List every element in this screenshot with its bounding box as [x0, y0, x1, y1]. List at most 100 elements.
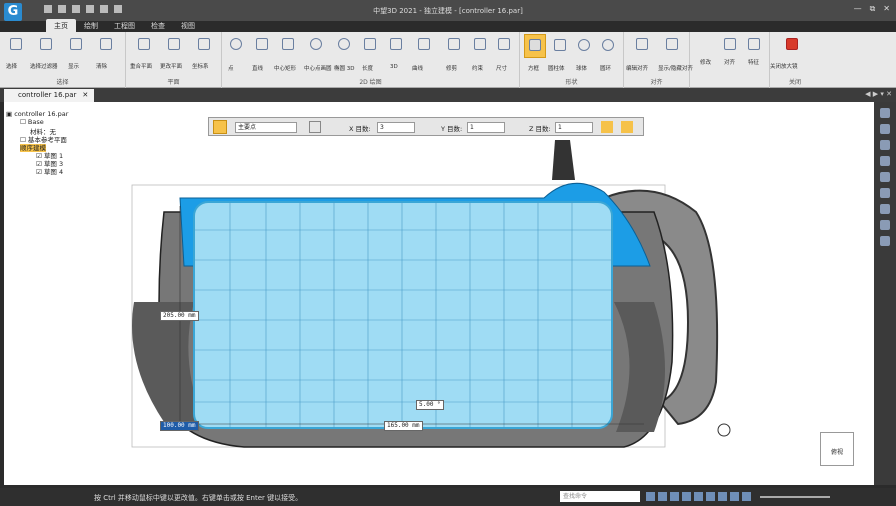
select-filter-icon[interactable]: [40, 38, 52, 50]
select-button-label[interactable]: 选择: [6, 62, 17, 70]
y-count-input[interactable]: 1: [467, 122, 505, 133]
pick-icon[interactable]: [309, 121, 321, 133]
center-rectangle-label[interactable]: 中心矩形: [274, 64, 296, 72]
trim-label[interactable]: 修剪: [446, 64, 457, 72]
view-icon[interactable]: [646, 492, 655, 501]
coincident-plane-icon[interactable]: [138, 38, 150, 50]
grid-icon[interactable]: [658, 492, 667, 501]
close-sketch-icon[interactable]: [786, 38, 798, 50]
cylinder-icon[interactable]: [554, 39, 566, 51]
length-label[interactable]: 长度: [362, 64, 373, 72]
modify-align-icon[interactable]: [724, 38, 736, 50]
zoom-slider[interactable]: [760, 496, 830, 498]
constraint-icon[interactable]: [448, 38, 460, 50]
paint-icon[interactable]: [880, 172, 890, 182]
show-hide-align-icon[interactable]: [666, 38, 678, 50]
sphere-label[interactable]: 球体: [576, 64, 587, 72]
show-hide-align-label[interactable]: 显示/隐藏对齐: [658, 64, 693, 72]
tree-item-sketch-4[interactable]: ☑ 草图 4: [6, 166, 156, 176]
modify-label[interactable]: 修改: [700, 58, 711, 66]
zoom-icon[interactable]: [670, 492, 679, 501]
curve-icon[interactable]: [390, 38, 402, 50]
select-icon[interactable]: [10, 38, 22, 50]
tab-inspect[interactable]: 检查: [143, 19, 173, 33]
line-label[interactable]: 直线: [252, 64, 263, 72]
change-plane-label[interactable]: 更改平面: [160, 62, 182, 70]
point-icon[interactable]: [230, 38, 242, 50]
render-icon[interactable]: [694, 492, 703, 501]
x-count-input[interactable]: 3: [377, 122, 415, 133]
arc-icon[interactable]: [364, 38, 376, 50]
center-rectangle-icon[interactable]: [282, 38, 294, 50]
tree-item-material[interactable]: 材料：无: [6, 126, 156, 136]
wire-icon[interactable]: [718, 492, 727, 501]
tab-draw[interactable]: 绘制: [76, 19, 106, 33]
filter-icon[interactable]: [742, 492, 751, 501]
center-circle-icon[interactable]: [310, 38, 322, 50]
cancel-icon[interactable]: [621, 121, 633, 133]
constraint-label[interactable]: 约束: [472, 64, 483, 72]
tree-item-base[interactable]: ☐ Base: [6, 118, 156, 126]
feature-label[interactable]: 特征: [748, 58, 759, 66]
layer-icon[interactable]: [880, 156, 890, 166]
ellipse-icon[interactable]: [338, 38, 350, 50]
z-count-input[interactable]: 1: [555, 122, 593, 133]
tree-item-ref-planes[interactable]: ☐ 基本参考平面: [6, 134, 156, 144]
show-label[interactable]: 显示: [68, 62, 79, 70]
dimension-width-label[interactable]: 165.00 mm: [384, 421, 423, 431]
dimension-height-label[interactable]: 205.00 mm: [160, 311, 199, 321]
assembly-icon[interactable]: [880, 140, 890, 150]
tab-view[interactable]: 视图: [173, 19, 203, 33]
command-search-input[interactable]: 查找命令: [560, 491, 640, 502]
library-icon[interactable]: [880, 220, 890, 230]
feature-icon[interactable]: [748, 38, 760, 50]
tree-item-sketch-1[interactable]: ☑ 草图 1: [6, 150, 156, 160]
coordinate-system-label[interactable]: 坐标系: [192, 62, 209, 70]
tree-item-sketch-3[interactable]: ☑ 草图 3: [6, 158, 156, 168]
minimize-button[interactable]: —: [854, 4, 862, 14]
clear-icon[interactable]: [100, 38, 112, 50]
sketch-panel-icon[interactable]: [880, 204, 890, 214]
center-circle-label[interactable]: 中心点画圆: [304, 64, 332, 72]
torus-label[interactable]: 圆环: [600, 64, 611, 72]
confirm-icon[interactable]: [601, 121, 613, 133]
align-label[interactable]: 对齐: [724, 58, 735, 66]
tab-home[interactable]: 主页: [46, 19, 76, 33]
close-window-button[interactable]: ✕: [883, 4, 890, 14]
sketch-block[interactable]: [193, 201, 613, 429]
dimension-small-label[interactable]: 5.00 °: [416, 400, 444, 410]
line-icon[interactable]: [256, 38, 268, 50]
annotation-icon[interactable]: [498, 38, 510, 50]
shade-icon[interactable]: [706, 492, 715, 501]
settings-icon[interactable]: [880, 236, 890, 246]
maximize-button[interactable]: ⧉: [870, 4, 876, 14]
edit-align-icon[interactable]: [636, 38, 648, 50]
select-filter-label[interactable]: 选择过滤器: [30, 62, 58, 70]
3d-label[interactable]: 3D: [390, 64, 398, 70]
torus-icon[interactable]: [602, 39, 614, 51]
command-icon[interactable]: [213, 120, 227, 134]
box-icon[interactable]: [529, 39, 541, 51]
dimension-offset-label[interactable]: 100.00 mm: [160, 421, 199, 431]
dimension-icon[interactable]: [474, 38, 486, 50]
snap-icon[interactable]: [730, 492, 739, 501]
change-plane-icon[interactable]: [168, 38, 180, 50]
dimension-label[interactable]: 尺寸: [496, 64, 507, 72]
box-label[interactable]: 方框: [528, 64, 539, 72]
clear-label[interactable]: 清除: [96, 62, 107, 70]
close-tab-icon[interactable]: ✕: [82, 91, 88, 99]
ellipse-label[interactable]: 椭圆 3D: [334, 64, 354, 72]
edit-align-label[interactable]: 编辑对齐: [626, 64, 648, 72]
coincident-plane-label[interactable]: 重合平面: [130, 62, 152, 70]
tab-drawing[interactable]: 工程图: [106, 19, 143, 33]
show-icon[interactable]: [70, 38, 82, 50]
fit-icon[interactable]: [682, 492, 691, 501]
document-tab[interactable]: controller 16.par ✕: [4, 89, 95, 102]
point-label[interactable]: 点: [228, 64, 234, 72]
curve-label[interactable]: 曲线: [412, 64, 423, 72]
properties-icon[interactable]: [880, 188, 890, 198]
tab-navigation[interactable]: ◀ ▶ ▾ ✕: [865, 90, 892, 98]
trim-icon[interactable]: [418, 38, 430, 50]
view-cube[interactable]: 俯视: [820, 432, 854, 466]
coordinate-system-icon[interactable]: [198, 38, 210, 50]
